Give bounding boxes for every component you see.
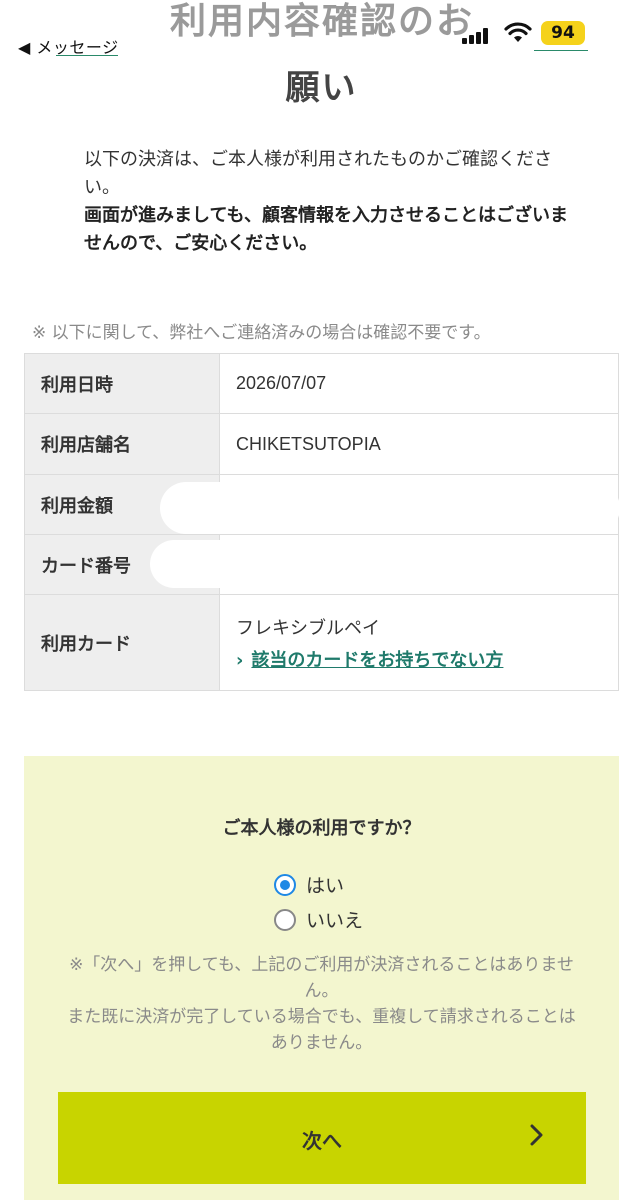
back-link-underline bbox=[56, 55, 118, 56]
notice-text: ※ 以下に関して、弊社へご連絡済みの場合は確認不要です。 bbox=[32, 323, 491, 343]
table-row: 利用日時 2026/07/07 bbox=[24, 353, 619, 414]
radio-yes-label: はい bbox=[306, 875, 345, 897]
radio-option-yes[interactable]: はい bbox=[274, 871, 344, 898]
confirm-question: ご本人様の利用ですか？ bbox=[222, 818, 421, 839]
intro-text: 以下の決済は、ご本人様が利用されたものかご確認ください。 画面が進みましても、顧… bbox=[84, 146, 574, 258]
chevron-right-icon bbox=[530, 1124, 543, 1146]
next-button[interactable]: 次へ bbox=[58, 1092, 586, 1184]
row-label-store-name: 利用店舗名 bbox=[24, 413, 220, 475]
confirm-note: ※「次へ」を押しても、上記のご利用が決済されることはありません。 また既に決済が… bbox=[64, 952, 579, 1056]
page-title-partial: 利用内容確認のお bbox=[170, 1, 475, 42]
next-button-label: 次へ bbox=[302, 1129, 342, 1153]
battery-indicator: 94 bbox=[541, 21, 585, 45]
card-not-owned-link[interactable]: › 該当のカードをお持ちでない方 bbox=[236, 646, 618, 672]
page-title: 願い bbox=[285, 68, 358, 108]
intro-line: 以下の決済は、ご本人様が利用されたものかご確認ください。 bbox=[84, 149, 552, 198]
card-not-owned-label: 該当のカードをお持ちでない方 bbox=[251, 649, 504, 671]
radio-option-no[interactable]: いいえ bbox=[274, 906, 363, 933]
redaction-blur-amount bbox=[160, 482, 620, 534]
table-row: 利用カード フレキシブルペイ › 該当のカードをお持ちでない方 bbox=[24, 594, 619, 691]
chevron-right-icon: › bbox=[236, 649, 244, 671]
note-line: また既に決済が完了している場合でも、重複して請求されることはありません。 bbox=[67, 1007, 576, 1053]
note-line: ※「次へ」を押しても、上記のご利用が決済されることはありません。 bbox=[69, 955, 574, 1001]
radio-unselected-icon[interactable] bbox=[274, 908, 296, 931]
row-value-usage-date: 2026/07/07 bbox=[219, 353, 619, 414]
intro-bold-line: 画面が進みましても、顧客情報を入力させることはございませんので、ご安心ください。 bbox=[84, 205, 569, 254]
table-row: 利用店舗名 CHIKETSUTOPIA bbox=[24, 413, 619, 475]
confirmation-panel: ご本人様の利用ですか？ はい いいえ ※「次へ」を押しても、上記のご利用が決済さ… bbox=[24, 756, 619, 1200]
row-label-card-used: 利用カード bbox=[24, 594, 220, 691]
row-value-store-name: CHIKETSUTOPIA bbox=[219, 413, 619, 475]
row-label-usage-date: 利用日時 bbox=[24, 353, 220, 414]
wifi-icon bbox=[504, 22, 532, 42]
card-name: フレキシブルペイ bbox=[236, 617, 380, 639]
redaction-blur-card-number bbox=[150, 540, 460, 588]
radio-selected-icon[interactable] bbox=[274, 873, 296, 896]
radio-no-label: いいえ bbox=[306, 910, 364, 932]
battery-underline bbox=[534, 50, 588, 51]
row-value-card-used: フレキシブルペイ › 該当のカードをお持ちでない方 bbox=[219, 594, 619, 691]
